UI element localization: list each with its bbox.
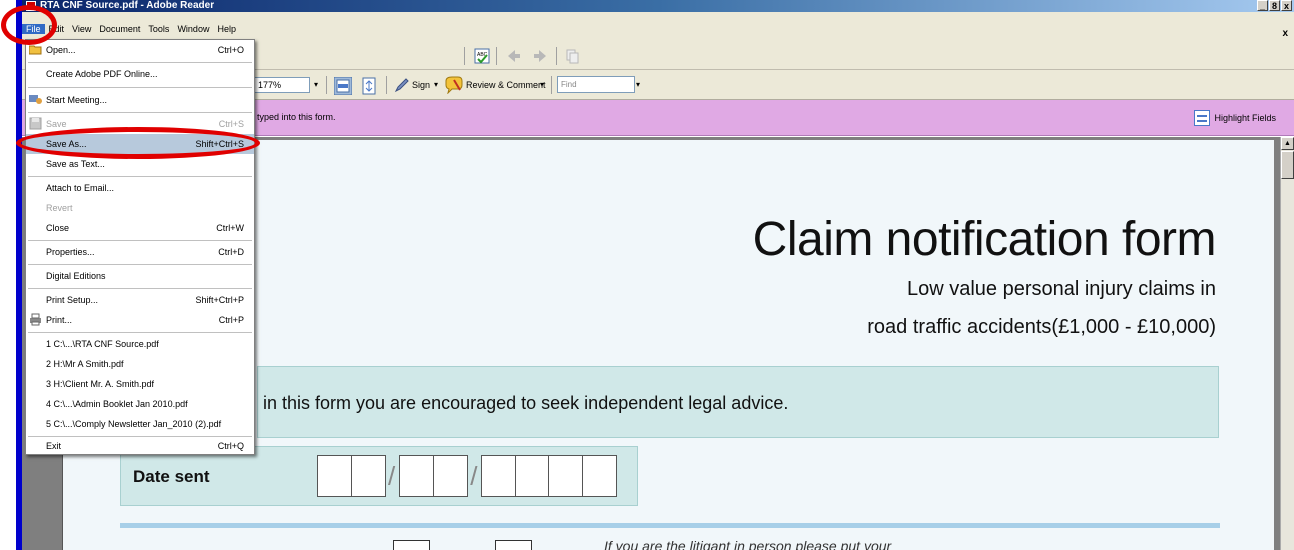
menu-item-create-pdf-online[interactable]: Create Adobe PDF Online... <box>26 64 254 84</box>
highlight-fields-button[interactable]: Highlight Fields <box>1194 108 1276 128</box>
menu-item-open[interactable]: Open... Ctrl+O <box>26 40 254 60</box>
printer-icon <box>30 313 41 326</box>
menu-item-print-setup[interactable]: Print Setup... Shift+Ctrl+P <box>26 290 254 310</box>
date-day-digit1[interactable] <box>317 455 352 497</box>
menu-separator <box>28 112 252 113</box>
sign-button[interactable]: Sign <box>412 77 430 93</box>
checkbox-field[interactable] <box>393 540 430 550</box>
chevron-down-icon[interactable]: ▾ <box>540 77 544 93</box>
scroll-up-icon[interactable]: ▲ <box>1281 137 1294 150</box>
menu-separator <box>28 87 252 88</box>
menu-help[interactable]: Help <box>213 24 240 34</box>
advice-text: in this form you are encouraged to seek … <box>263 393 789 413</box>
left-edge-strip <box>16 0 22 550</box>
menu-separator <box>28 332 252 333</box>
review-comment-icon[interactable] <box>444 76 464 94</box>
menu-item-recent-4[interactable]: 4 C:\...\Admin Booklet Jan 2010.pdf <box>26 394 254 414</box>
scroll-thumb[interactable] <box>1281 151 1294 179</box>
previous-view-icon[interactable] <box>506 48 522 64</box>
date-separator: / <box>470 460 478 491</box>
date-year-digit4[interactable] <box>581 455 617 497</box>
chevron-down-icon[interactable]: ▾ <box>310 77 322 93</box>
toolbar-separator <box>464 47 465 65</box>
checkbox-field[interactable] <box>495 540 532 550</box>
file-menu-dropdown: Open... Ctrl+O Create Adobe PDF Online...… <box>25 39 255 455</box>
date-day-digit2[interactable] <box>350 455 386 497</box>
menu-window[interactable]: Window <box>173 24 213 34</box>
toolbar-separator <box>326 76 327 94</box>
menu-separator <box>28 264 252 265</box>
menu-separator <box>28 62 252 63</box>
highlight-fields-icon <box>1194 110 1211 126</box>
date-sent-fields: / / <box>317 455 617 497</box>
pages-icon[interactable] <box>564 48 580 64</box>
fit-page-icon[interactable] <box>360 77 378 95</box>
date-year-digit3[interactable] <box>548 455 584 497</box>
litigant-note: If you are the litigant in person please… <box>604 538 892 550</box>
toolbar-separator <box>551 76 552 94</box>
next-view-icon[interactable] <box>532 48 548 64</box>
annotation-oval-save-as <box>16 127 260 159</box>
save-icon <box>29 117 42 130</box>
date-year-digit2[interactable] <box>514 455 550 497</box>
menu-item-attach-email[interactable]: Attach to Email... <box>26 178 254 198</box>
menu-item-recent-3[interactable]: 3 H:\Client Mr. A. Smith.pdf <box>26 374 254 394</box>
menu-document[interactable]: Document <box>95 24 144 34</box>
menu-item-print[interactable]: Print... Ctrl+P <box>26 310 254 330</box>
annotation-oval-file-menu <box>1 5 57 45</box>
menu-item-start-meeting[interactable]: Start Meeting... <box>26 90 254 110</box>
fit-width-icon[interactable] <box>334 77 352 95</box>
date-sent-label: Date sent <box>133 467 210 486</box>
menu-separator <box>28 288 252 289</box>
menu-bar: File Edit View Document Tools Window Hel… <box>22 12 1294 42</box>
menu-item-recent-1[interactable]: 1 C:\...\RTA CNF Source.pdf <box>26 334 254 354</box>
chevron-down-icon[interactable]: ▾ <box>434 77 438 93</box>
menu-separator <box>28 240 252 241</box>
form-message: typed into this form. <box>257 112 336 122</box>
menu-item-properties[interactable]: Properties... Ctrl+D <box>26 242 254 262</box>
minimize-button[interactable]: _ <box>1257 0 1268 11</box>
title-bar: RTA CNF Source.pdf - Adobe Reader _ 8 x <box>22 0 1294 12</box>
menu-item-recent-2[interactable]: 2 H:\Mr A Smith.pdf <box>26 354 254 374</box>
form-title: Claim notification form <box>752 213 1217 266</box>
restore-button[interactable]: 8 <box>1269 0 1280 11</box>
vertical-scrollbar[interactable]: ▲ <box>1280 137 1294 550</box>
menu-tools[interactable]: Tools <box>144 24 173 34</box>
section-divider <box>120 523 1220 528</box>
close-window-button[interactable]: x <box>1281 0 1292 11</box>
meeting-icon <box>29 95 42 104</box>
toolbar-separator <box>496 47 497 65</box>
window-title: RTA CNF Source.pdf - Adobe Reader <box>40 0 215 11</box>
form-subtitle-line1: Low value personal injury claims in <box>906 278 1216 300</box>
toolbar-separator <box>386 76 387 94</box>
form-subtitle-line2: road traffic accidents(£1,000 - £10,000) <box>867 316 1216 338</box>
date-month-digit2[interactable] <box>432 455 468 497</box>
date-month-digit1[interactable] <box>399 455 435 497</box>
highlight-fields-label: Highlight Fields <box>1214 113 1276 123</box>
menu-separator <box>28 176 252 177</box>
menu-item-close[interactable]: Close Ctrl+W <box>26 218 254 238</box>
menu-view[interactable]: View <box>68 24 95 34</box>
menu-item-recent-5[interactable]: 5 C:\...\Comply Newsletter Jan_2010 (2).… <box>26 414 254 434</box>
advice-panel: in this form you are encouraged to seek … <box>257 366 1219 438</box>
close-document-button[interactable]: x <box>1282 28 1288 39</box>
date-separator: / <box>388 460 396 491</box>
find-input[interactable]: Find <box>557 76 635 93</box>
spellcheck-icon[interactable]: ABC <box>474 48 490 64</box>
window-controls: _ 8 x <box>1257 0 1292 11</box>
toolbar-separator <box>556 47 557 65</box>
menu-item-exit[interactable]: Exit Ctrl+Q <box>26 436 254 456</box>
date-year-digit1[interactable] <box>481 455 517 497</box>
review-comment-button[interactable]: Review & Comment <box>466 77 546 93</box>
menu-item-digital-editions[interactable]: Digital Editions <box>26 266 254 286</box>
menu-item-revert[interactable]: Revert <box>26 198 254 218</box>
chevron-down-icon[interactable]: ▾ <box>636 77 640 93</box>
zoom-input[interactable]: 177% <box>254 77 310 93</box>
pen-sign-icon[interactable] <box>394 77 410 93</box>
